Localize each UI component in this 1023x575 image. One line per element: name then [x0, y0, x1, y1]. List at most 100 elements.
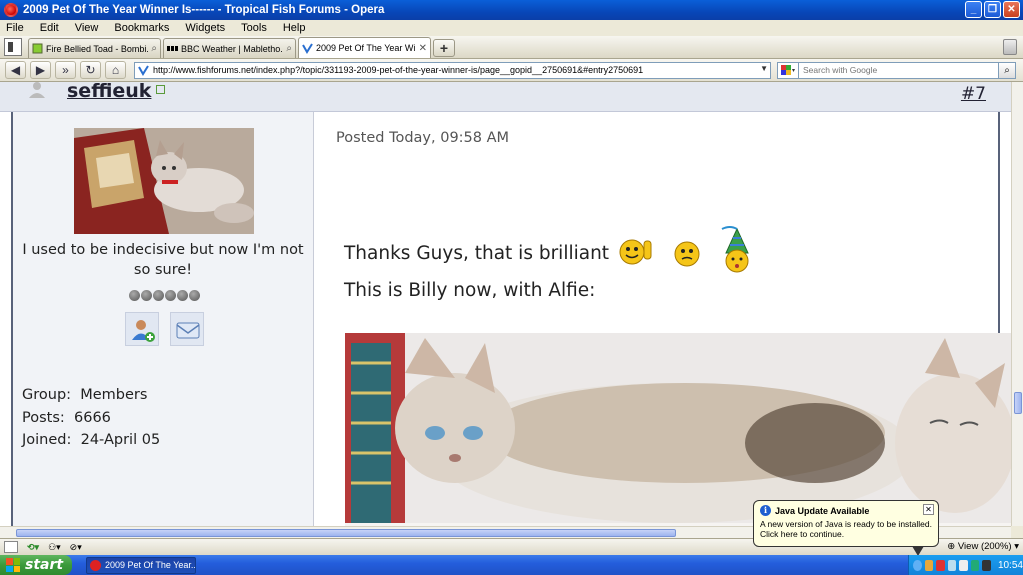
post-image-cats[interactable] — [345, 333, 1011, 526]
stat-value: 6666 — [74, 409, 111, 426]
add-friend-button[interactable] — [125, 312, 159, 346]
menu-bar: File Edit View Bookmarks Widgets Tools H… — [0, 20, 1023, 36]
taskbar-item-opera[interactable]: 2009 Pet Of The Year... — [86, 556, 196, 574]
page-favicon-icon — [138, 64, 149, 76]
menu-widgets[interactable]: Widgets — [183, 22, 227, 34]
system-tray: 10:54 — [908, 555, 1023, 575]
profile-card-icon[interactable] — [156, 85, 165, 94]
taskbar-item-label: 2009 Pet Of The Year... — [105, 560, 196, 570]
post-timestamp: Posted Today, 09:58 AM — [336, 130, 510, 146]
rank-pip — [141, 290, 152, 301]
menu-bookmarks[interactable]: Bookmarks — [112, 22, 171, 34]
notification-body: Click here to continue. — [760, 529, 845, 539]
windows-flag-icon — [6, 558, 20, 572]
rank-pips — [129, 290, 200, 301]
panel-icon[interactable] — [4, 541, 18, 553]
url-text: http://www.fishforums.net/index.php?/top… — [153, 65, 644, 75]
trash-icon[interactable] — [1003, 39, 1017, 55]
menu-edit[interactable]: Edit — [38, 22, 61, 34]
magnifier-icon[interactable]: ⌕ — [286, 43, 292, 54]
thinking-smiley-icon — [674, 241, 700, 267]
address-toolbar: ◀ ▶ » ↻ ⌂ http://www.fishforums.net/inde… — [0, 59, 1023, 82]
start-label: start — [25, 557, 64, 573]
page-favicon-icon — [32, 43, 43, 54]
menu-view[interactable]: View — [73, 22, 101, 34]
search-go-button[interactable]: ⌕ — [999, 61, 1016, 79]
tab-label: 2009 Pet Of The Year Wi... — [316, 43, 416, 53]
tab-fire-bellied-toad[interactable]: Fire Bellied Toad - Bombi... ⌕ — [28, 38, 161, 58]
antivirus-tray-icon[interactable] — [936, 559, 945, 571]
vertical-scrollbar[interactable] — [1011, 82, 1023, 526]
post-number-link[interactable]: #7 — [961, 84, 986, 104]
title-bar: 2009 Pet Of The Year Winner Is------ - T… — [0, 0, 1023, 20]
tab-label: Fire Bellied Toad - Bombi... — [46, 43, 149, 54]
menu-tools[interactable]: Tools — [239, 22, 269, 34]
network-icon[interactable]: ⚇▾ — [48, 542, 61, 553]
volume-tray-icon[interactable] — [959, 559, 968, 571]
fast-forward-button[interactable]: » — [55, 61, 76, 79]
stat-label: Group: — [22, 387, 72, 403]
stat-posts: Posts: 6666 — [22, 407, 160, 430]
close-notification-icon[interactable]: ✕ — [923, 504, 934, 515]
google-search-engine-icon[interactable] — [777, 61, 799, 79]
minimize-button[interactable]: _ — [965, 1, 982, 18]
tab-pet-of-the-year[interactable]: 2009 Pet Of The Year Wi... ✕ — [298, 37, 431, 58]
turbo-icon[interactable]: ⟲▾ — [27, 542, 39, 553]
post-text: This is Billy now, with Alfie: — [344, 280, 596, 301]
stop-icon[interactable]: ⊘▾ — [70, 542, 82, 553]
url-dropdown-icon[interactable]: ▼ — [760, 64, 768, 73]
new-tab-button[interactable]: + — [433, 39, 455, 57]
java-update-notification[interactable]: i Java Update Available A new version of… — [753, 500, 939, 556]
stat-joined: Joined: 24-April 05 — [22, 429, 160, 452]
post-text: Thanks Guys, that is brilliant — [344, 243, 610, 264]
tab-bbc-weather[interactable]: BBC Weather | Mabletho... ⌕ — [163, 38, 296, 58]
page-favicon-icon — [302, 42, 313, 54]
post-author-link[interactable]: seffieuk — [67, 82, 151, 102]
stat-label: Posts: — [22, 409, 65, 426]
reload-button[interactable]: ↻ — [80, 61, 101, 79]
author-signature: I used to be indecisive but now I'm not … — [22, 242, 304, 278]
clock[interactable]: 10:54 — [998, 560, 1023, 571]
security-tray-icon[interactable] — [970, 559, 980, 571]
back-button[interactable]: ◀ — [5, 61, 26, 79]
scroll-thumb[interactable] — [1014, 392, 1022, 414]
close-tab-icon[interactable]: ✕ — [419, 43, 427, 54]
stat-label: Joined: — [22, 432, 72, 448]
rank-pip — [153, 290, 164, 301]
forward-button[interactable]: ▶ — [30, 61, 51, 79]
tab-bar: Fire Bellied Toad - Bombi... ⌕ BBC Weath… — [0, 36, 1023, 59]
close-button[interactable]: ✕ — [1003, 1, 1020, 18]
url-field[interactable]: http://www.fishforums.net/index.php?/top… — [134, 61, 771, 79]
zoom-level[interactable]: ⊕ View (200%) ▾ — [947, 541, 1019, 552]
author-avatar[interactable] — [74, 128, 254, 234]
search-input[interactable] — [799, 61, 999, 79]
menu-file[interactable]: File — [4, 22, 26, 34]
notification-body: A new version of Java is ready to be ins… — [760, 519, 932, 529]
restore-button[interactable]: ❐ — [984, 1, 1001, 18]
window-title: 2009 Pet Of The Year Winner Is------ - T… — [23, 4, 385, 16]
taskbar: start 2009 Pet Of The Year... 10:54 — [0, 555, 1023, 575]
java-tray-icon[interactable] — [924, 559, 934, 571]
zoom-label: View (200%) — [957, 541, 1012, 552]
panel-toggle-button[interactable] — [4, 38, 22, 56]
info-icon: i — [760, 505, 771, 516]
rank-pip — [189, 290, 200, 301]
network-tray-icon[interactable] — [947, 559, 957, 571]
menu-help[interactable]: Help — [281, 22, 308, 34]
scroll-thumb[interactable] — [16, 529, 676, 537]
author-stats: Group: Members Posts: 6666 Joined: 24-Ap… — [22, 384, 160, 452]
show-hidden-icons-icon[interactable] — [913, 559, 922, 571]
start-button[interactable]: start — [0, 555, 72, 575]
stat-value: 24-April 05 — [80, 432, 161, 448]
calendar-tray-icon[interactable] — [982, 559, 991, 571]
envelope-icon — [176, 322, 200, 339]
opera-logo-icon — [90, 559, 101, 571]
user-offline-icon — [29, 82, 45, 98]
tab-label: BBC Weather | Mabletho... — [181, 43, 284, 54]
party-hat-smiley-icon — [721, 226, 749, 273]
send-message-button[interactable] — [170, 312, 204, 346]
stat-group: Group: Members — [22, 384, 160, 407]
home-button[interactable]: ⌂ — [105, 61, 126, 79]
magnifier-icon[interactable]: ⌕ — [151, 43, 157, 54]
post-header: seffieuk #7 — [0, 82, 1011, 112]
